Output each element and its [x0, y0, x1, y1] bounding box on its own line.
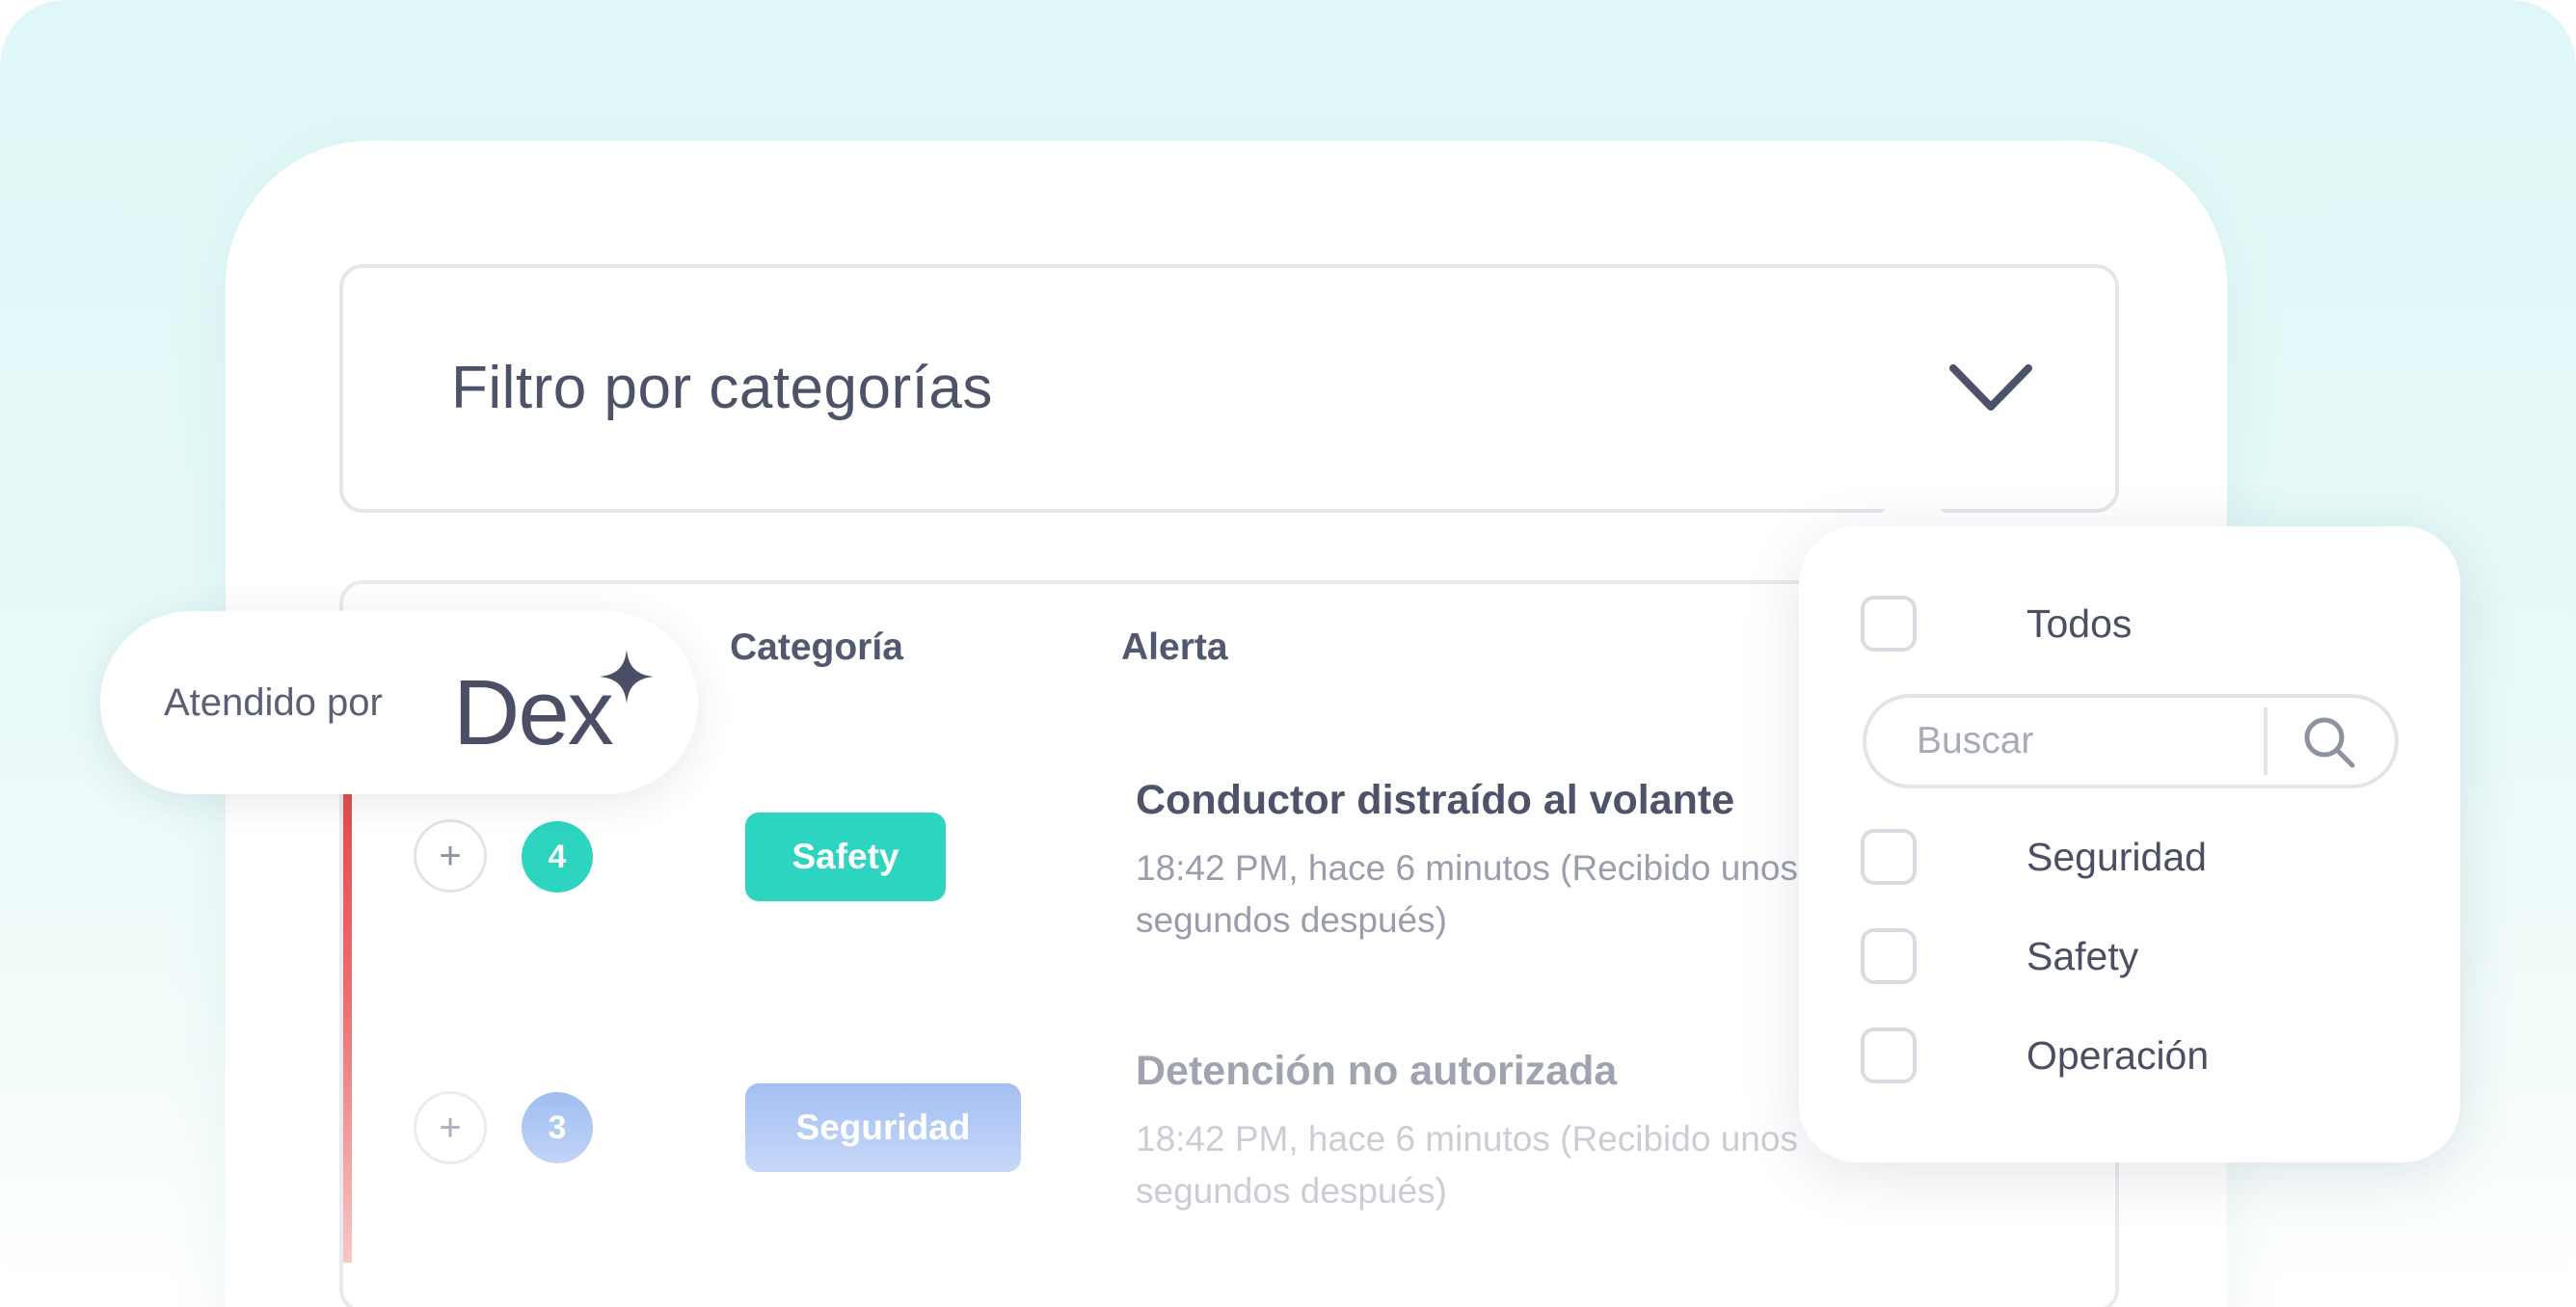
category-dropdown: Todos Buscar Seguridad Safety Operación — [1799, 526, 2460, 1162]
checkbox[interactable] — [1861, 928, 1917, 984]
alert-title: Detención no autorizada — [1136, 1048, 1618, 1094]
option-label: Operación — [2026, 1033, 2210, 1078]
expand-row-button[interactable]: + — [414, 819, 487, 893]
option-label: Todos — [2026, 601, 2133, 646]
alert-count-badge: 3 — [522, 1092, 593, 1163]
category-tag-safety: Safety — [745, 813, 946, 901]
alert-severity-bar — [343, 788, 352, 1263]
filter-title: Filtro por categorías — [451, 355, 993, 421]
search-divider — [2264, 707, 2267, 775]
alert-subtitle: 18:42 PM, hace 6 minutos (Recibido unos … — [1136, 848, 1798, 940]
checkbox[interactable] — [1861, 1027, 1917, 1083]
attended-by-badge: Atendido por Dex — [100, 611, 698, 794]
alert-count-badge: 4 — [522, 821, 593, 893]
checkbox[interactable] — [1861, 829, 1917, 885]
background: Filtro por categorías Categoría Alerta +… — [0, 0, 2576, 1307]
column-header-category: Categoría — [730, 627, 903, 668]
category-filter-select[interactable]: Filtro por categorías — [339, 264, 2119, 513]
column-header-alert: Alerta — [1121, 627, 1228, 668]
search-icon[interactable] — [2300, 713, 2358, 771]
chevron-down-icon — [1949, 364, 2032, 411]
option-label: Safety — [2026, 934, 2139, 978]
expand-row-button[interactable]: + — [414, 1091, 487, 1164]
dex-logo: Dex — [453, 661, 614, 764]
search-placeholder: Buscar — [1917, 720, 2034, 761]
alert-title: Conductor distraído al volante — [1136, 777, 1735, 823]
search-input[interactable]: Buscar — [1863, 694, 2399, 788]
checkbox[interactable] — [1861, 596, 1917, 652]
category-tag-seguridad: Seguridad — [745, 1083, 1021, 1172]
sparkle-icon — [600, 650, 654, 704]
alert-subtitle: 18:42 PM, hace 6 minutos (Recibido unos … — [1136, 1119, 1798, 1211]
option-label: Seguridad — [2026, 835, 2207, 879]
attended-by-label: Atendido por — [164, 681, 383, 724]
